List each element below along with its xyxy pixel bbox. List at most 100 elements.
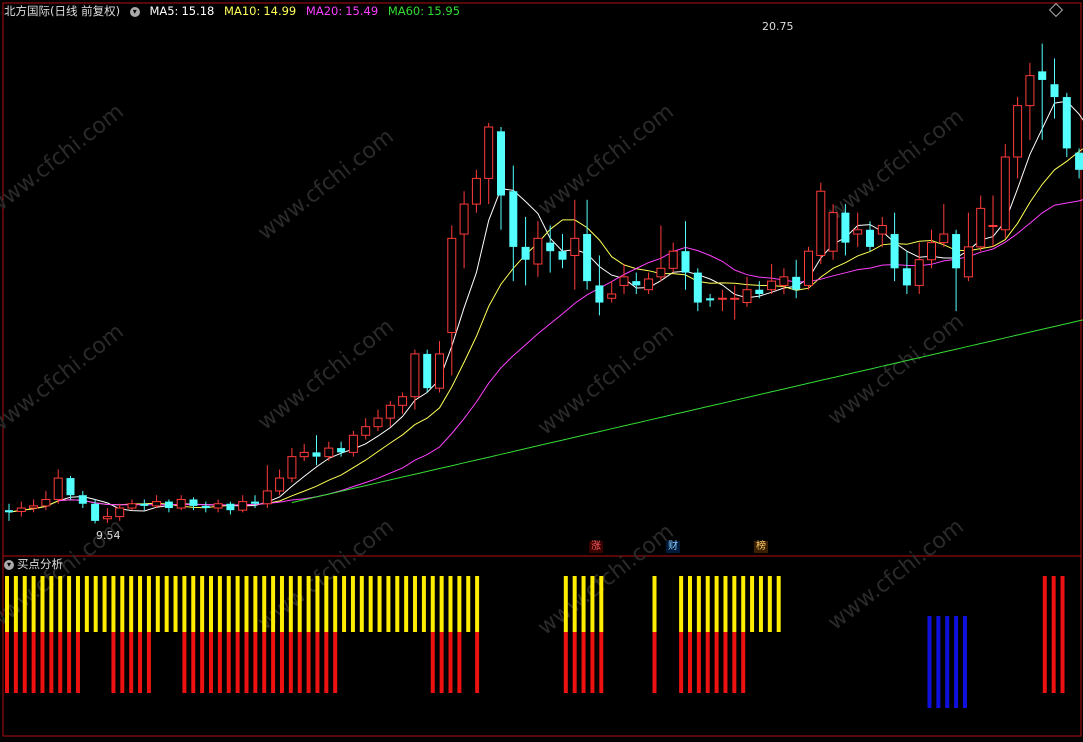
candle-body [140, 503, 149, 506]
signal-bar-red [209, 632, 214, 693]
candle-body [521, 246, 530, 260]
candle-body [976, 207, 986, 248]
signal-bar-yellow [244, 576, 249, 632]
candle-body [91, 503, 100, 521]
candle-body [1050, 84, 1059, 98]
signal-bar-yellow [22, 576, 27, 632]
indicator-header: ▾ 买点分析 [4, 556, 63, 572]
marker-zhang[interactable]: 涨 [589, 541, 603, 553]
candle-body [152, 501, 162, 507]
kline-chart: www.cfchi.com www.cfchi.com www.cfchi.com w… [0, 0, 1083, 739]
candle-body [251, 501, 259, 504]
candle-body [447, 237, 457, 334]
candle-body [78, 495, 87, 504]
signal-bar-red [297, 632, 302, 693]
signal-bar-red [191, 632, 196, 693]
candle-body [164, 501, 173, 509]
candle-body [914, 259, 924, 286]
signal-bar-yellow [67, 576, 72, 632]
candle-body [779, 276, 789, 286]
signal-bar-yellow [279, 576, 284, 632]
signal-bar-yellow [741, 576, 746, 632]
candle-body [497, 131, 505, 196]
signal-bar-yellow [466, 576, 471, 632]
candle-body [348, 434, 358, 453]
candle-body [804, 250, 813, 286]
signal-bar-blue [962, 616, 967, 708]
candle-body [423, 353, 432, 389]
signal-bar-yellow [475, 576, 480, 632]
peak-price-label: 20.75 [762, 20, 794, 33]
signal-bar-yellow [155, 576, 160, 632]
candle-body [668, 250, 678, 269]
candle-body [337, 448, 346, 453]
signal-bar-red [138, 632, 143, 693]
candle-body [644, 278, 654, 291]
signal-bar-yellow [457, 576, 462, 632]
signal-bar-yellow [776, 576, 781, 632]
signal-bar-red [1051, 576, 1056, 693]
signal-bar-yellow [581, 576, 586, 632]
candle-body [5, 510, 13, 513]
signal-bar-red [1042, 576, 1047, 693]
signal-bar-yellow [696, 576, 701, 632]
signal-bar-yellow [758, 576, 763, 632]
signal-bar-yellow [732, 576, 737, 632]
signal-bar-yellow [590, 576, 595, 632]
signal-bar-yellow [31, 576, 36, 632]
candle-body [1000, 156, 1010, 231]
signal-bar-yellow [84, 576, 89, 632]
signal-bar-red [271, 632, 276, 693]
chart-header: 北方国际(日线 前复权) ▾ MA5: 15.18 MA10: 14.99 MA20… [4, 3, 466, 19]
signal-bar-red [226, 632, 231, 693]
signal-bar-red [5, 632, 9, 693]
signal-bar-red [590, 632, 595, 693]
candle-body [213, 503, 223, 509]
ma5-value: 15.18 [181, 4, 215, 18]
signal-bar-yellow [306, 576, 311, 632]
candle-body [1038, 71, 1047, 80]
signal-bar-red [40, 632, 45, 693]
signal-bar-yellow [297, 576, 302, 632]
signal-bar-yellow [359, 576, 364, 632]
indicator-dropdown-icon[interactable]: ▾ [4, 559, 14, 570]
period-label: (日线 前复权) [50, 4, 121, 18]
signal-bar-red [262, 632, 267, 693]
signal-bar-red [75, 632, 80, 693]
signal-bar-red [439, 632, 444, 693]
signal-bar-yellow [235, 576, 240, 632]
candle-body [287, 456, 297, 479]
settings-dropdown-icon[interactable]: ▾ [129, 6, 140, 17]
signal-bar-yellow [182, 576, 187, 632]
signal-bar-yellow [191, 576, 196, 632]
signal-bar-yellow [217, 576, 222, 632]
signal-bar-red [22, 632, 27, 693]
ma20-value: 15.49 [345, 4, 379, 18]
ma5-label: MA5: [149, 4, 179, 18]
candle-body [890, 234, 899, 269]
signal-bar-red [714, 632, 719, 693]
signal-bar-yellow [146, 576, 151, 632]
candle-body [16, 507, 26, 512]
signal-bar-red [1060, 576, 1065, 693]
candle-body [927, 242, 936, 261]
candle-body [755, 289, 764, 294]
marker-cai[interactable]: 财 [666, 541, 680, 553]
marker-bang[interactable]: 榜 [754, 541, 768, 553]
candle-body [607, 293, 617, 299]
signal-bar-blue [945, 616, 950, 708]
candle-body [877, 224, 887, 235]
signal-bar-red [475, 632, 480, 693]
signal-bar-yellow [5, 576, 9, 632]
candle-body [816, 190, 826, 256]
signal-bar-red [200, 632, 205, 693]
candle-body [841, 212, 850, 243]
signal-bar-red [723, 632, 728, 693]
candle-body [398, 396, 408, 406]
candle-body [29, 505, 39, 509]
candle-body [939, 233, 949, 244]
candle-body [435, 353, 444, 389]
candle-body [471, 177, 481, 205]
candle-body [681, 251, 690, 273]
signal-bar-red [49, 632, 54, 693]
